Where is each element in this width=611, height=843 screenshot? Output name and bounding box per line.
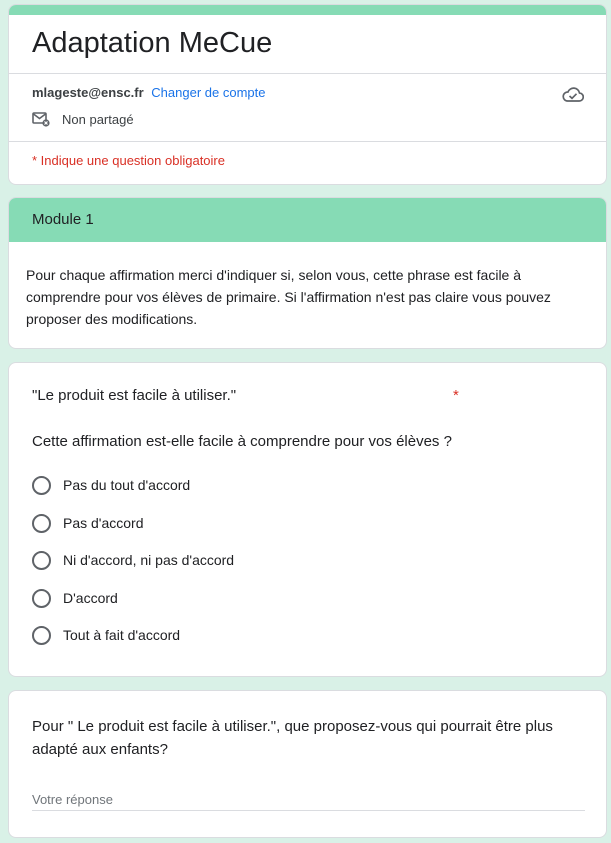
section-title: Module 1 bbox=[32, 211, 94, 228]
section-header: Module 1 bbox=[9, 198, 606, 242]
switch-account-link[interactable]: Changer de compte bbox=[151, 85, 265, 100]
account-line: mlageste@ensc.fr Changer de compte bbox=[32, 85, 265, 100]
mail-not-shared-icon bbox=[32, 112, 50, 127]
cloud-saved-icon bbox=[562, 87, 584, 102]
required-note: * Indique une question obligatoire bbox=[32, 153, 225, 168]
form-header-card: Adaptation MeCue mlageste@ensc.fr Change… bbox=[8, 4, 607, 185]
section-description: Pour chaque affirmation merci d'indiquer… bbox=[26, 267, 551, 327]
radio-option[interactable]: Ni d'accord, ni pas d'accord bbox=[32, 549, 234, 571]
radio-option-label: Ni d'accord, ni pas d'accord bbox=[63, 552, 235, 568]
radio-unchecked-icon[interactable] bbox=[32, 475, 51, 495]
radio-option[interactable]: Pas d'accord bbox=[32, 512, 144, 534]
account-email: mlageste@ensc.fr bbox=[32, 85, 144, 100]
sharing-status: Non partagé bbox=[32, 111, 134, 127]
radio-option[interactable]: D'accord bbox=[32, 587, 118, 609]
answer-input[interactable] bbox=[32, 789, 585, 811]
required-asterisk: * bbox=[453, 387, 459, 404]
radio-option-label: D'accord bbox=[63, 590, 118, 606]
radio-unchecked-icon[interactable] bbox=[32, 513, 51, 533]
radio-option[interactable]: Pas du tout d'accord bbox=[32, 474, 190, 496]
radio-option-label: Pas d'accord bbox=[63, 515, 144, 531]
text-question-card: Pour " Le produit est facile à utiliser.… bbox=[8, 690, 607, 838]
sharing-label: Non partagé bbox=[62, 111, 134, 127]
section-card: Module 1 Pour chaque affirmation merci d… bbox=[8, 197, 607, 349]
header-accent-bar bbox=[9, 5, 606, 15]
radio-option-label: Pas du tout d'accord bbox=[63, 477, 191, 493]
radio-option-label: Tout à fait d'accord bbox=[63, 627, 181, 643]
form-title: Adaptation MeCue bbox=[32, 27, 273, 59]
text-question-title: Pour " Le produit est facile à utiliser.… bbox=[32, 718, 553, 758]
radio-option[interactable]: Tout à fait d'accord bbox=[32, 624, 180, 646]
question-subtitle: Cette affirmation est-elle facile à comp… bbox=[32, 433, 452, 450]
header-divider bbox=[9, 73, 606, 74]
radio-unchecked-icon[interactable] bbox=[32, 550, 51, 570]
radio-unchecked-icon[interactable] bbox=[32, 588, 51, 608]
question-title: "Le produit est facile à utiliser." bbox=[32, 387, 237, 404]
radio-unchecked-icon[interactable] bbox=[32, 625, 51, 645]
question-card: "Le produit est facile à utiliser." * Ce… bbox=[8, 362, 607, 677]
header-divider-2 bbox=[9, 141, 606, 142]
